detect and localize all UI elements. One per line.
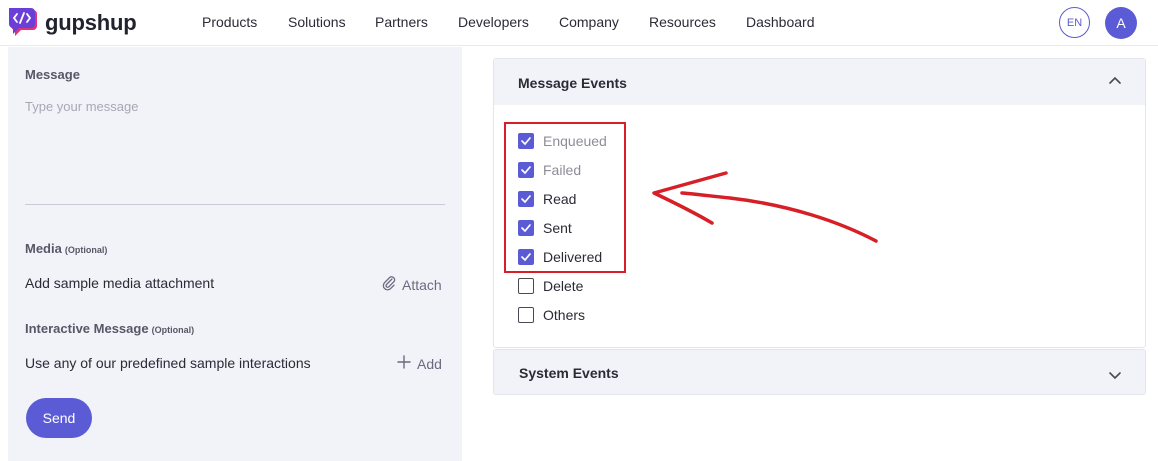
- user-avatar[interactable]: A: [1105, 7, 1137, 39]
- compose-panel: Message Media(Optional) Add sample media…: [8, 47, 462, 461]
- annotation-arrow-icon: [652, 171, 878, 243]
- top-navigation-bar: gupshup Products Solutions Partners Deve…: [0, 0, 1158, 46]
- nav-partners[interactable]: Partners: [375, 14, 428, 30]
- add-interaction-button[interactable]: Add: [397, 355, 442, 372]
- event-option-label: Delete: [543, 278, 584, 294]
- message-input[interactable]: [25, 99, 445, 199]
- message-label: Message: [25, 67, 80, 82]
- nav-products[interactable]: Products: [202, 14, 257, 30]
- interactive-label-text: Interactive Message: [25, 321, 149, 336]
- send-button[interactable]: Send: [26, 398, 92, 438]
- nav-company[interactable]: Company: [559, 14, 619, 30]
- main-nav: Products Solutions Partners Developers C…: [0, 0, 1158, 46]
- paperclip-icon: [382, 275, 396, 294]
- plus-icon: [397, 355, 411, 372]
- system-events-accordion[interactable]: System Events: [493, 349, 1146, 395]
- interactive-optional-tag: (Optional): [151, 325, 195, 335]
- system-events-title: System Events: [519, 365, 619, 381]
- language-selector[interactable]: EN: [1059, 7, 1090, 38]
- message-events-header[interactable]: Message Events: [494, 59, 1145, 105]
- media-label: Media (Optional): [25, 241, 107, 256]
- event-option-label: Others: [543, 307, 586, 323]
- interactive-description: Use any of our predefined sample interac…: [25, 355, 311, 371]
- chevron-down-icon[interactable]: [1107, 367, 1123, 383]
- nav-solutions[interactable]: Solutions: [288, 14, 346, 30]
- checkbox-unchecked-icon[interactable]: [518, 307, 534, 323]
- interactive-label: Interactive Message (Optional): [25, 321, 194, 336]
- nav-developers[interactable]: Developers: [458, 14, 529, 30]
- message-events-title: Message Events: [518, 75, 627, 91]
- annotation-highlight-box: [504, 122, 626, 273]
- attach-button[interactable]: Attach: [382, 275, 442, 294]
- attach-label: Attach: [402, 276, 442, 293]
- nav-dashboard[interactable]: Dashboard: [746, 14, 815, 30]
- checkbox-unchecked-icon[interactable]: [518, 278, 534, 294]
- nav-resources[interactable]: Resources: [649, 14, 716, 30]
- media-label-text: Media: [25, 241, 62, 256]
- media-description: Add sample media attachment: [25, 275, 215, 291]
- media-optional-tag: (Optional): [64, 245, 108, 255]
- add-label: Add: [417, 355, 442, 372]
- message-divider: [25, 204, 445, 205]
- chevron-up-icon[interactable]: [1107, 73, 1123, 89]
- event-option-delete[interactable]: Delete: [518, 278, 583, 294]
- event-option-others[interactable]: Others: [518, 307, 585, 323]
